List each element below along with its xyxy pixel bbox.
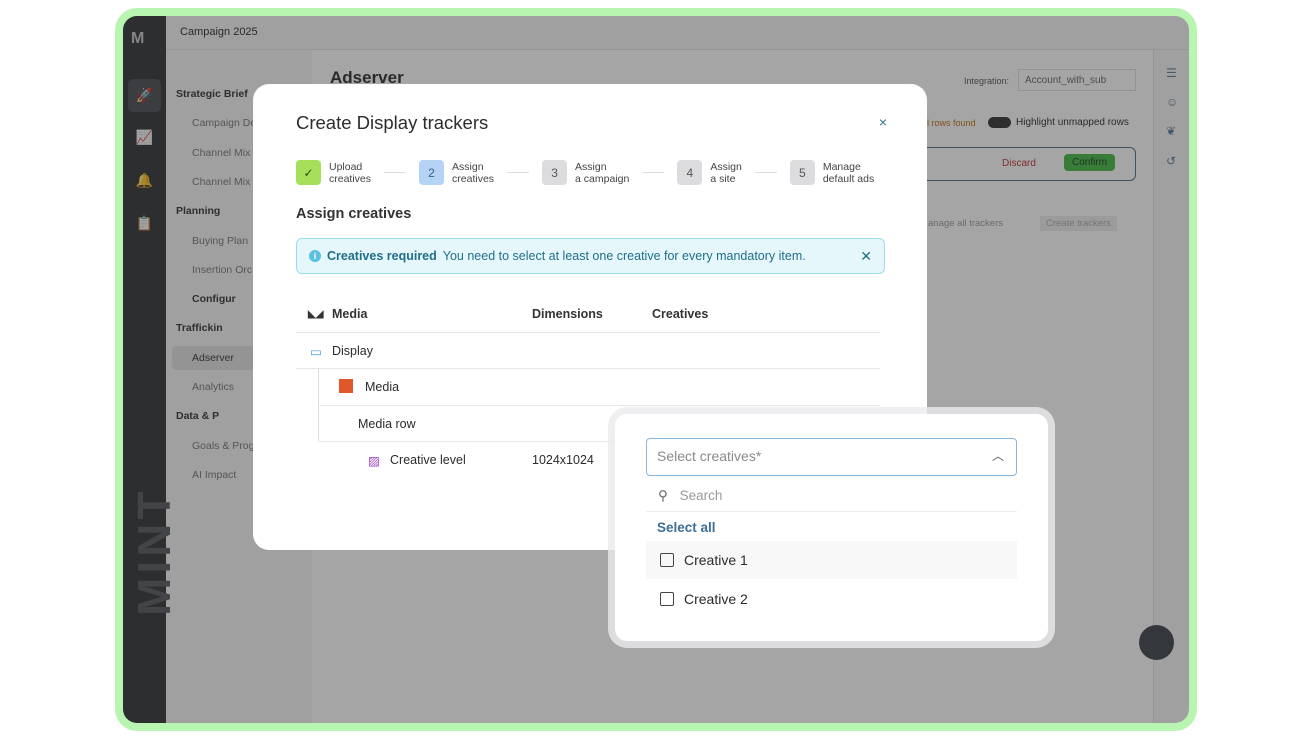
step-line2: default ads <box>822 172 875 185</box>
row-name: Display <box>332 343 373 358</box>
row-name: Media row <box>358 416 416 431</box>
step-label: Manage default ads <box>823 161 874 185</box>
step-number: 4 <box>677 160 703 185</box>
image-icon: ▨ <box>368 454 380 468</box>
stepper: ✓ Upload creatives 2 Assign creatives 3 Assign a… <box>296 160 874 185</box>
row-name: Creative level <box>390 453 466 467</box>
step-1: ✓ Upload creatives <box>296 160 371 185</box>
monitor-icon: ▭ <box>310 344 322 359</box>
row-dimensions: 1024x1024 <box>532 453 594 467</box>
step-line2: a site <box>710 172 736 185</box>
header-media: Media <box>332 307 368 321</box>
step-number: 3 <box>542 160 568 185</box>
media-logo-icon: ◣◢ <box>308 309 324 320</box>
option-creative-1[interactable]: Creative 1 <box>646 541 1017 579</box>
select-placeholder: Select creatives* <box>657 448 762 464</box>
step-3: 3 Assign a campaign <box>542 160 629 185</box>
step-label: Assign a site <box>710 161 742 185</box>
step-5: 5 Manage default ads <box>789 160 874 185</box>
header-dimensions: Dimensions <box>532 307 603 321</box>
section-title: Assign creatives <box>296 206 412 222</box>
alert-title: Creatives required <box>327 249 437 263</box>
step-connector <box>507 172 530 173</box>
step-number: 5 <box>789 160 815 185</box>
alert-text: You need to select at least one creative… <box>442 249 806 263</box>
alert-close-icon[interactable]: ✕ <box>860 248 872 265</box>
select-creatives-input[interactable]: Select creatives* ︿ <box>646 438 1017 476</box>
step-line1: Assign <box>452 160 484 173</box>
step-connector <box>384 172 407 173</box>
step-line1: Upload <box>329 160 363 173</box>
header-creatives: Creatives <box>652 307 709 321</box>
step-line2: creatives <box>329 172 372 185</box>
creatives-dropdown: Select creatives* ︿ ⚲ Search Select all … <box>615 414 1048 641</box>
step-label: Upload creatives <box>329 161 371 185</box>
step-4: 4 Assign a site <box>677 160 742 185</box>
step-line1: Assign <box>575 160 607 173</box>
step-line2: a campaign <box>575 172 630 185</box>
table-row[interactable]: Media <box>318 369 880 406</box>
search-input[interactable]: ⚲ Search <box>646 480 1017 512</box>
table-header: ◣◢ Media Dimensions Creatives <box>296 296 880 333</box>
step-number: 2 <box>419 160 445 185</box>
search-icon: ⚲ <box>658 488 668 503</box>
chat-button[interactable] <box>1139 625 1174 660</box>
close-icon[interactable]: × <box>879 114 887 130</box>
modal-title: Create Display trackers <box>296 112 489 133</box>
step-connector <box>642 172 665 173</box>
step-connector <box>754 172 777 173</box>
step-line1: Manage <box>822 160 861 173</box>
step-line2: creatives <box>452 172 495 185</box>
step-number: ✓ <box>296 160 321 185</box>
checkbox[interactable] <box>660 553 674 567</box>
option-label: Creative 2 <box>684 591 748 607</box>
info-icon: i <box>309 250 321 262</box>
chevron-up-icon[interactable]: ︿ <box>992 447 1004 464</box>
table-row[interactable]: ▭ Display <box>296 333 880 369</box>
step-label: Assign a campaign <box>575 161 629 185</box>
creatives-required-alert: i Creatives required You need to select … <box>296 238 885 274</box>
step-2: 2 Assign creatives <box>419 160 494 185</box>
select-all-link[interactable]: Select all <box>657 520 716 535</box>
row-name: Media <box>365 380 400 394</box>
checkbox[interactable] <box>660 592 674 606</box>
search-placeholder: Search <box>679 488 723 503</box>
option-label: Creative 1 <box>684 552 748 568</box>
step-line1: Assign <box>710 160 742 173</box>
option-creative-2[interactable]: Creative 2 <box>646 580 1017 618</box>
media-color-swatch <box>339 379 353 393</box>
step-label: Assign creatives <box>452 161 494 185</box>
